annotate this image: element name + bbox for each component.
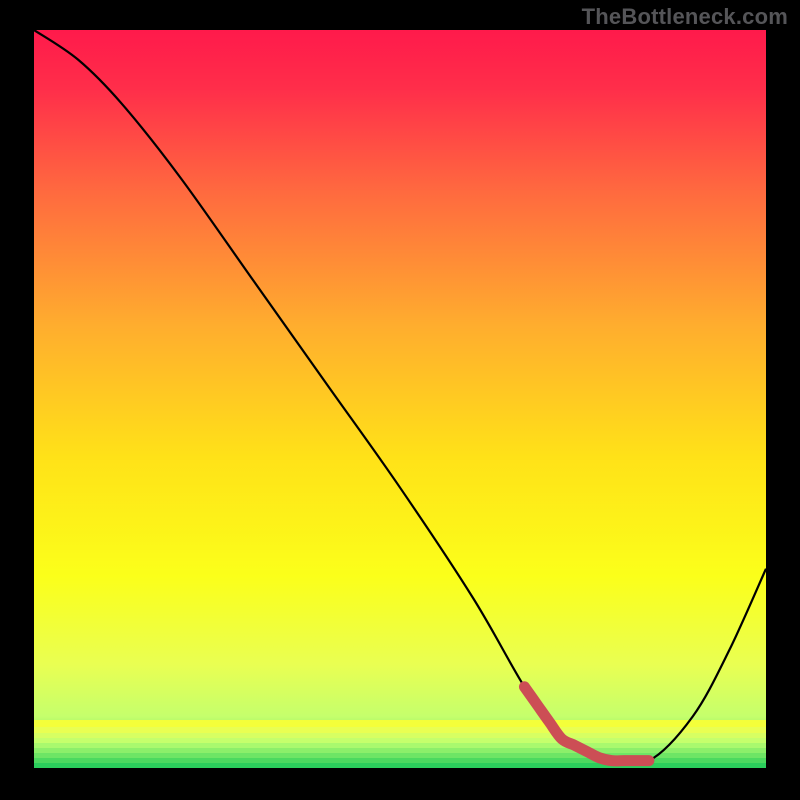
optimal-range-accent [34,30,766,768]
plot-area [34,30,766,768]
watermark-text: TheBottleneck.com [582,4,788,30]
chart-stage: TheBottleneck.com [0,0,800,800]
